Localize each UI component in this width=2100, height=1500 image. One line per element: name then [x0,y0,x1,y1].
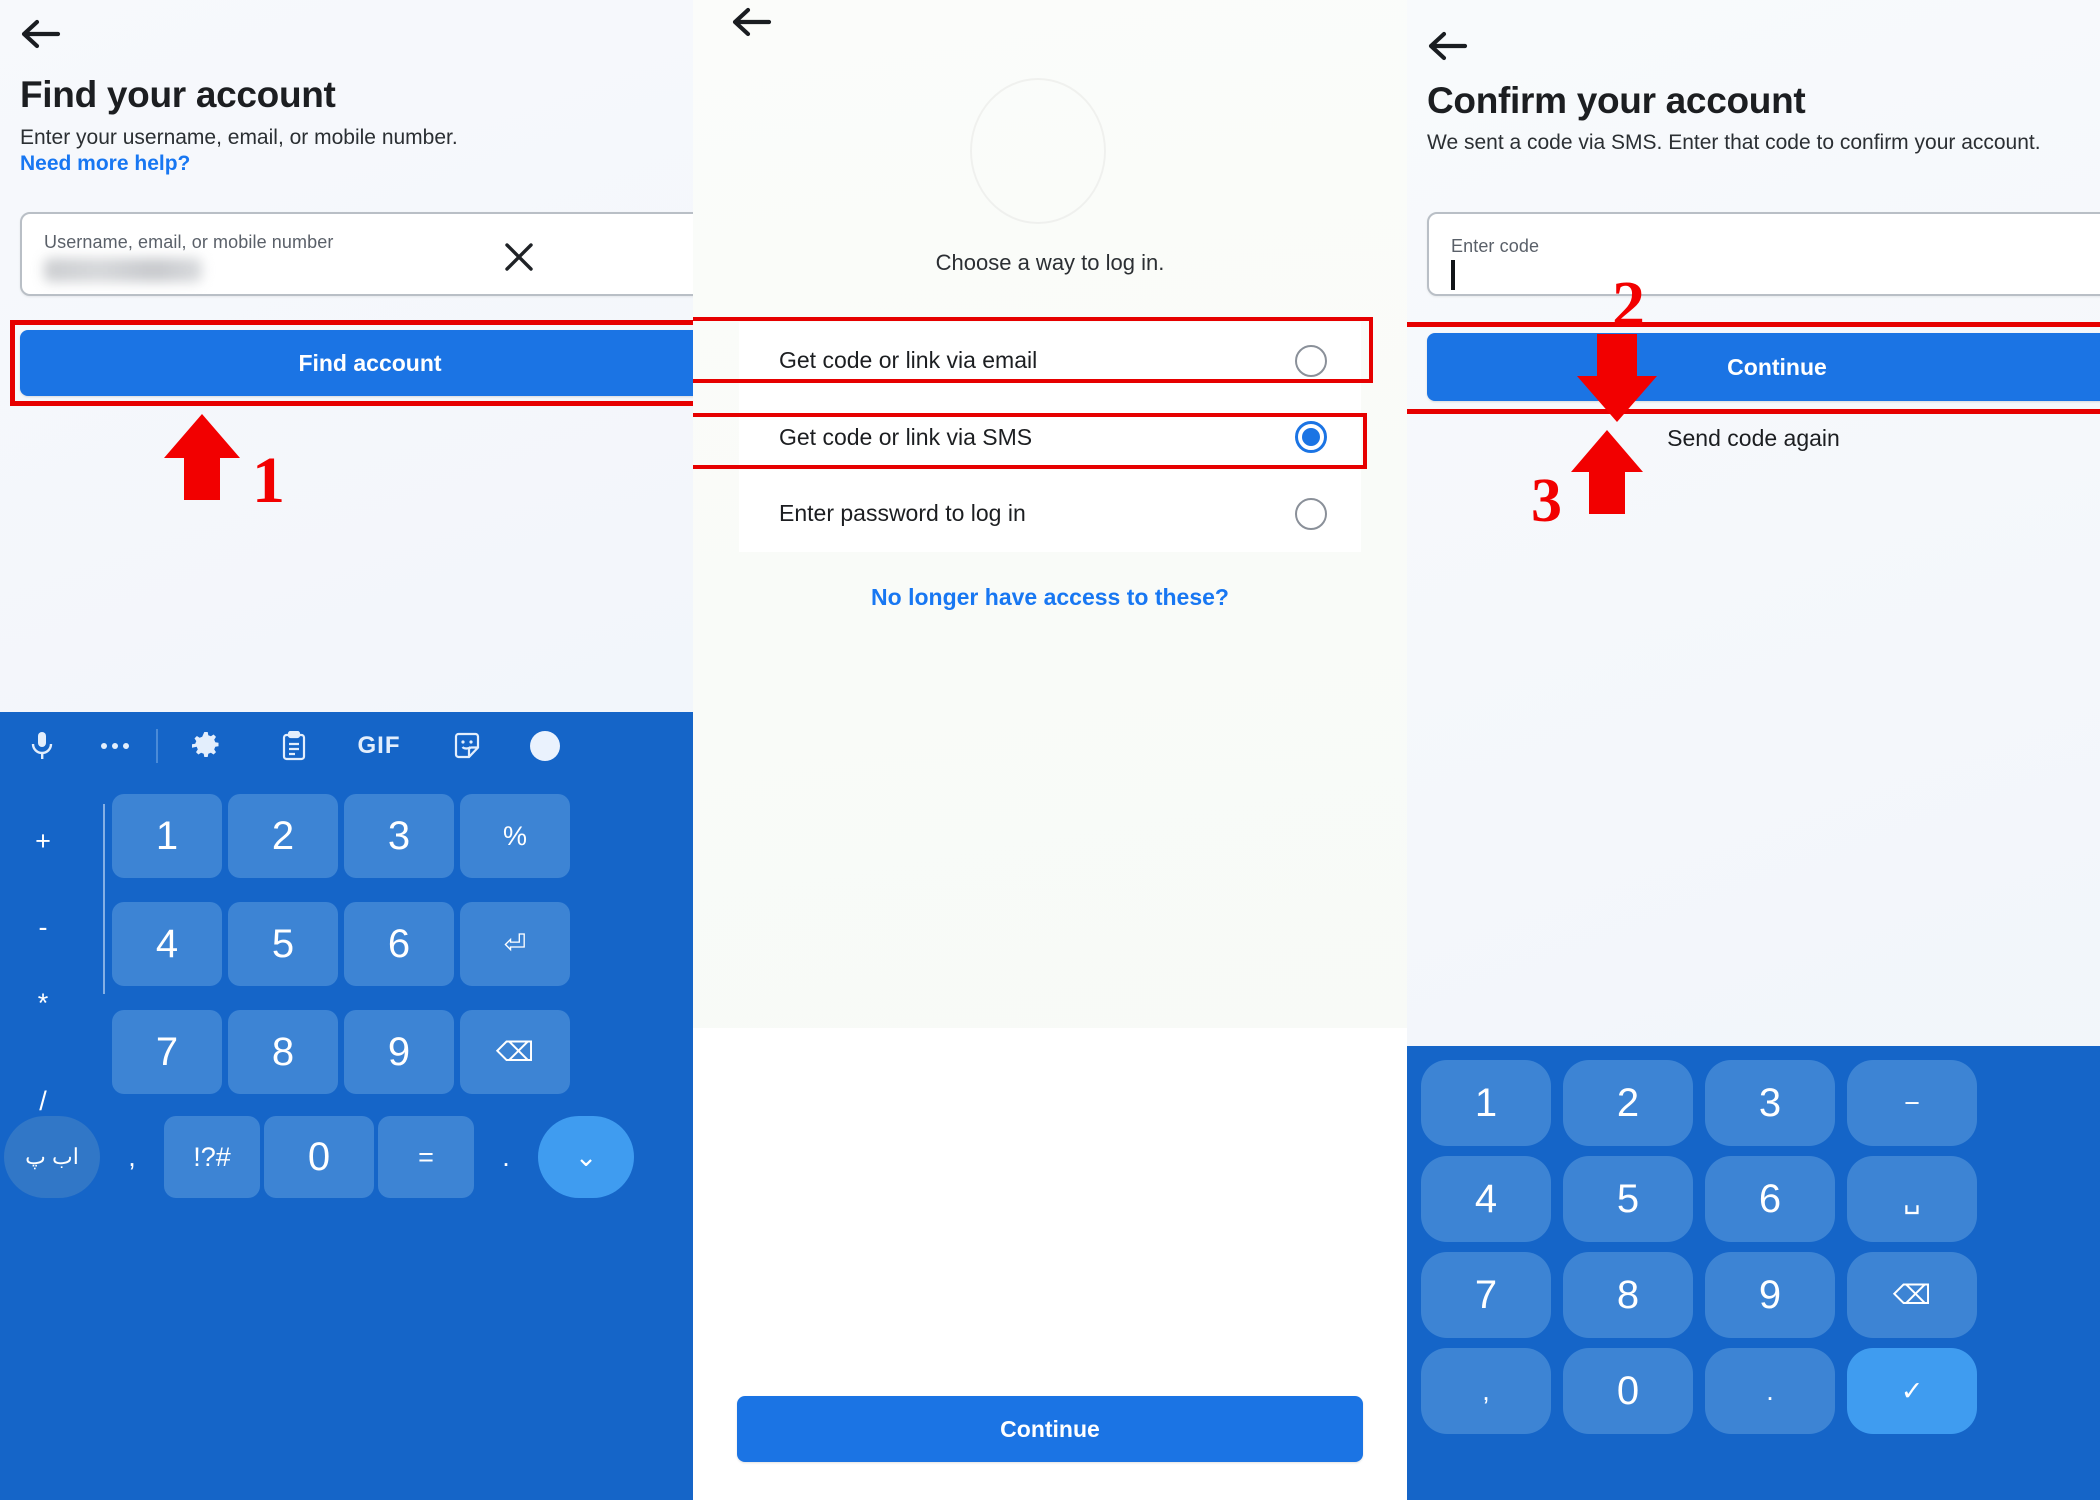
keyboard-toolbar: GIF [0,712,693,780]
key-percent[interactable]: % [460,794,570,878]
key-8[interactable]: 8 [1563,1252,1693,1338]
text-caret [1451,260,1455,290]
option-sms-label: Get code or link via SMS [779,423,1033,450]
username-field[interactable]: Username, email, or mobile number [20,212,693,296]
annotation-arrow-3 [1567,428,1647,516]
key-period[interactable]: . [1705,1348,1835,1434]
option-sms-radio[interactable] [1295,421,1327,453]
option-email-label: Get code or link via email [779,347,1038,373]
annotation-number-3: 3 [1531,467,1562,535]
more-options-icon[interactable] [74,712,156,780]
key-7[interactable]: 7 [112,1010,222,1094]
key-4[interactable]: 4 [1421,1156,1551,1242]
option-sms[interactable]: Get code or link via SMS [739,399,1361,475]
panel-confirm-your-account: Confirm your account We sent a code via … [1407,0,2100,1500]
key-8[interactable]: 8 [228,1010,338,1094]
sticker-icon[interactable] [424,712,510,780]
username-field-value-blurred [44,258,202,282]
check-icon[interactable]: ✓ [1847,1348,1977,1434]
key-comma[interactable]: , [1421,1348,1551,1434]
page-subtitle: Enter your username, email, or mobile nu… [20,126,458,149]
send-code-again-link[interactable]: Send code again [1407,425,2100,452]
key-4[interactable]: 4 [112,902,222,986]
find-account-button[interactable]: Find account [20,330,693,396]
option-email[interactable]: Get code or link via email [739,322,1361,399]
need-more-help-link[interactable]: Need more help? [20,152,190,176]
page-subtitle: We sent a code via SMS. Enter that code … [1427,131,2041,154]
avatar-placeholder [970,78,1106,224]
key-1[interactable]: 1 [112,794,222,878]
key-0[interactable]: 0 [1563,1348,1693,1434]
backspace-icon[interactable]: ⌫ [460,1010,570,1094]
key-period[interactable]: . [478,1116,534,1198]
key-plus[interactable]: + [4,798,82,884]
login-options-list: Get code or link via email Get code or l… [739,322,1361,552]
option-password-label: Enter password to log in [779,500,1026,526]
continue-button-panel-2[interactable]: Continue [737,1396,1363,1462]
key-symbols[interactable]: !?# [164,1116,260,1198]
chevron-down-icon[interactable]: ⌄ [538,1116,634,1198]
option-password-radio[interactable] [1295,497,1327,530]
numeric-keyboard-panel-1: GIF + - * / 1 2 3 % 4 5 6 ⏎ 7 8 9 ⌫ اب پ… [0,712,693,1500]
key-3[interactable]: 3 [344,794,454,878]
enter-icon[interactable]: ⏎ [460,902,570,986]
key-asterisk[interactable]: * [4,960,82,1046]
key-0[interactable]: 0 [264,1116,374,1198]
code-field-label: Enter code [1451,236,1540,256]
key-6[interactable]: 6 [344,902,454,986]
gear-icon[interactable] [158,712,254,780]
space-icon[interactable]: ␣ [1847,1156,1977,1242]
annotation-number-1: 1 [252,444,285,517]
backspace-icon[interactable]: ⌫ [1847,1252,1977,1338]
key-9[interactable]: 9 [1705,1252,1835,1338]
key-2[interactable]: 2 [1563,1060,1693,1146]
choose-login-label: Choose a way to log in. [935,250,1165,275]
key-5[interactable]: 5 [1563,1156,1693,1242]
key-3[interactable]: 3 [1705,1060,1835,1146]
username-field-label: Username, email, or mobile number [44,232,334,252]
back-arrow-icon[interactable] [1421,22,1479,70]
option-email-radio[interactable] [1295,344,1327,377]
key-1[interactable]: 1 [1421,1060,1551,1146]
gif-icon[interactable]: GIF [334,712,424,780]
language-key[interactable]: اب پ [4,1116,100,1198]
emoji-icon[interactable] [510,712,580,780]
key-column-divider [103,804,105,994]
key-5[interactable]: 5 [228,902,338,986]
clipboard-icon[interactable] [254,712,334,780]
back-arrow-icon[interactable] [14,10,72,58]
annotation-number-2: 2 [1612,268,1645,341]
annotation-arrow-1 [160,412,244,502]
panel-choose-login-method: Choose a way to log in. Get code or link… [693,0,1407,1500]
key-7[interactable]: 7 [1421,1252,1551,1338]
key-minus[interactable]: - [4,884,82,970]
no-longer-have-access-link[interactable]: No longer have access to these? [693,584,1407,611]
microphone-icon[interactable] [10,712,74,780]
page-title: Confirm your account [1427,80,1806,121]
close-x-icon[interactable] [502,240,536,274]
annotation-arrow-2 [1573,332,1661,424]
panel-find-your-account: Find your account Enter your username, e… [0,0,693,1500]
screenshot-stage: Find your account Enter your username, e… [0,0,2100,1500]
key-equals[interactable]: = [378,1116,474,1198]
numeric-keyboard-panel-3: 1 2 3 − 4 5 6 ␣ 7 8 9 ⌫ , 0 . ✓ [1407,1046,2100,1500]
key-comma[interactable]: , [104,1116,160,1198]
key-6[interactable]: 6 [1705,1156,1835,1242]
continue-button-panel-3[interactable]: Continue [1427,333,2100,401]
key-dash[interactable]: − [1847,1060,1977,1146]
back-arrow-icon[interactable] [725,0,783,46]
option-password[interactable]: Enter password to log in [739,475,1361,552]
key-9[interactable]: 9 [344,1010,454,1094]
key-2[interactable]: 2 [228,794,338,878]
code-field[interactable]: Enter code [1427,212,2100,296]
page-title: Find your account [20,74,336,115]
